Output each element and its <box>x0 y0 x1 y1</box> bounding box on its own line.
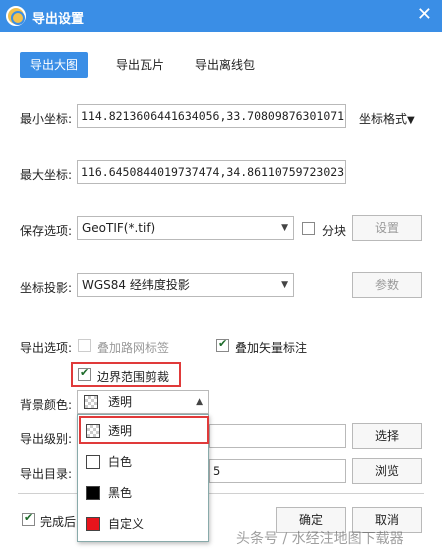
coord-format-dropdown[interactable]: 坐标格式▼ <box>359 110 415 127</box>
split-checkbox[interactable] <box>302 222 315 235</box>
bg-option-black[interactable]: 黑色 <box>78 479 208 507</box>
projection-select[interactable]: WGS84 经纬度投影 ▼ <box>77 273 294 297</box>
road-label-text: 叠加路网标签 <box>97 341 170 355</box>
browse-button[interactable]: 浏览 <box>352 458 422 484</box>
save-option-label: 保存选项: <box>20 224 73 238</box>
export-dir-label: 导出目录: <box>20 467 73 481</box>
bg-option-label: 白色 <box>108 455 133 469</box>
tab-export-offline-package[interactable]: 导出离线包 <box>185 52 265 78</box>
watermark-text: 头条号 / 水经注地图下载器 <box>236 531 404 547</box>
boundary-clip-label: 边界范围剪裁 <box>97 370 170 384</box>
bg-option-label: 黑色 <box>108 486 133 500</box>
save-option-value: GeoTIF(*.tif) <box>82 221 156 235</box>
finish-label: 完成后 <box>40 515 77 529</box>
bg-color-value: 透明 <box>108 395 133 409</box>
export-dir-input[interactable]: 5 <box>209 459 346 483</box>
title-bar: 导出设置 ✕ <box>0 0 442 32</box>
split-label: 分块 <box>322 224 347 238</box>
select-level-button[interactable]: 选择 <box>352 423 422 449</box>
bg-option-label: 自定义 <box>108 517 145 531</box>
transparent-highlight-box <box>79 416 209 444</box>
min-coord-input[interactable]: 114.8213606441634056,33.7080987630107174 <box>77 104 346 128</box>
export-options-label: 导出选项: <box>20 341 73 355</box>
black-swatch-icon <box>86 486 100 500</box>
tab-export-tiles[interactable]: 导出瓦片 <box>106 52 174 78</box>
tab-export-large-map[interactable]: 导出大图 <box>20 52 89 78</box>
chevron-down-icon: ▼ <box>281 223 288 233</box>
bg-option-white[interactable]: 白色 <box>78 448 208 476</box>
params-button[interactable]: 参数 <box>352 272 422 298</box>
close-icon[interactable]: ✕ <box>417 5 432 25</box>
max-coord-input[interactable]: 116.6450844019737474,34.8611075972302373 <box>77 160 346 184</box>
projection-label: 坐标投影: <box>20 281 73 295</box>
transparent-swatch-icon <box>84 395 98 409</box>
export-level-label: 导出级别: <box>20 432 73 446</box>
max-coord-label: 最大坐标: <box>20 168 73 182</box>
globe-icon <box>6 6 26 26</box>
vector-label-checkbox[interactable] <box>216 337 229 352</box>
caret-down-icon: ▼ <box>407 115 415 126</box>
white-swatch-icon <box>86 455 100 469</box>
window-title: 导出设置 <box>32 12 85 27</box>
chevron-down-icon: ▼ <box>281 280 288 290</box>
save-option-select[interactable]: GeoTIF(*.tif) ▼ <box>77 216 294 240</box>
coord-format-label: 坐标格式 <box>359 112 408 126</box>
bg-option-custom[interactable]: 自定义 <box>78 510 208 538</box>
boundary-clip-checkbox[interactable] <box>78 366 91 381</box>
road-label-checkbox[interactable] <box>78 339 91 352</box>
red-swatch-icon <box>86 517 100 531</box>
bg-color-select[interactable]: 透明 ▲ <box>77 390 209 414</box>
chevron-up-icon: ▲ <box>196 397 203 407</box>
vector-label-text: 叠加矢量标注 <box>235 341 308 355</box>
settings-button[interactable]: 设置 <box>352 215 422 241</box>
finish-checkbox[interactable] <box>22 511 35 526</box>
export-level-input[interactable] <box>209 424 346 448</box>
projection-value: WGS84 经纬度投影 <box>82 278 190 292</box>
min-coord-label: 最小坐标: <box>20 112 73 126</box>
bg-color-label: 背景颜色: <box>20 398 73 412</box>
